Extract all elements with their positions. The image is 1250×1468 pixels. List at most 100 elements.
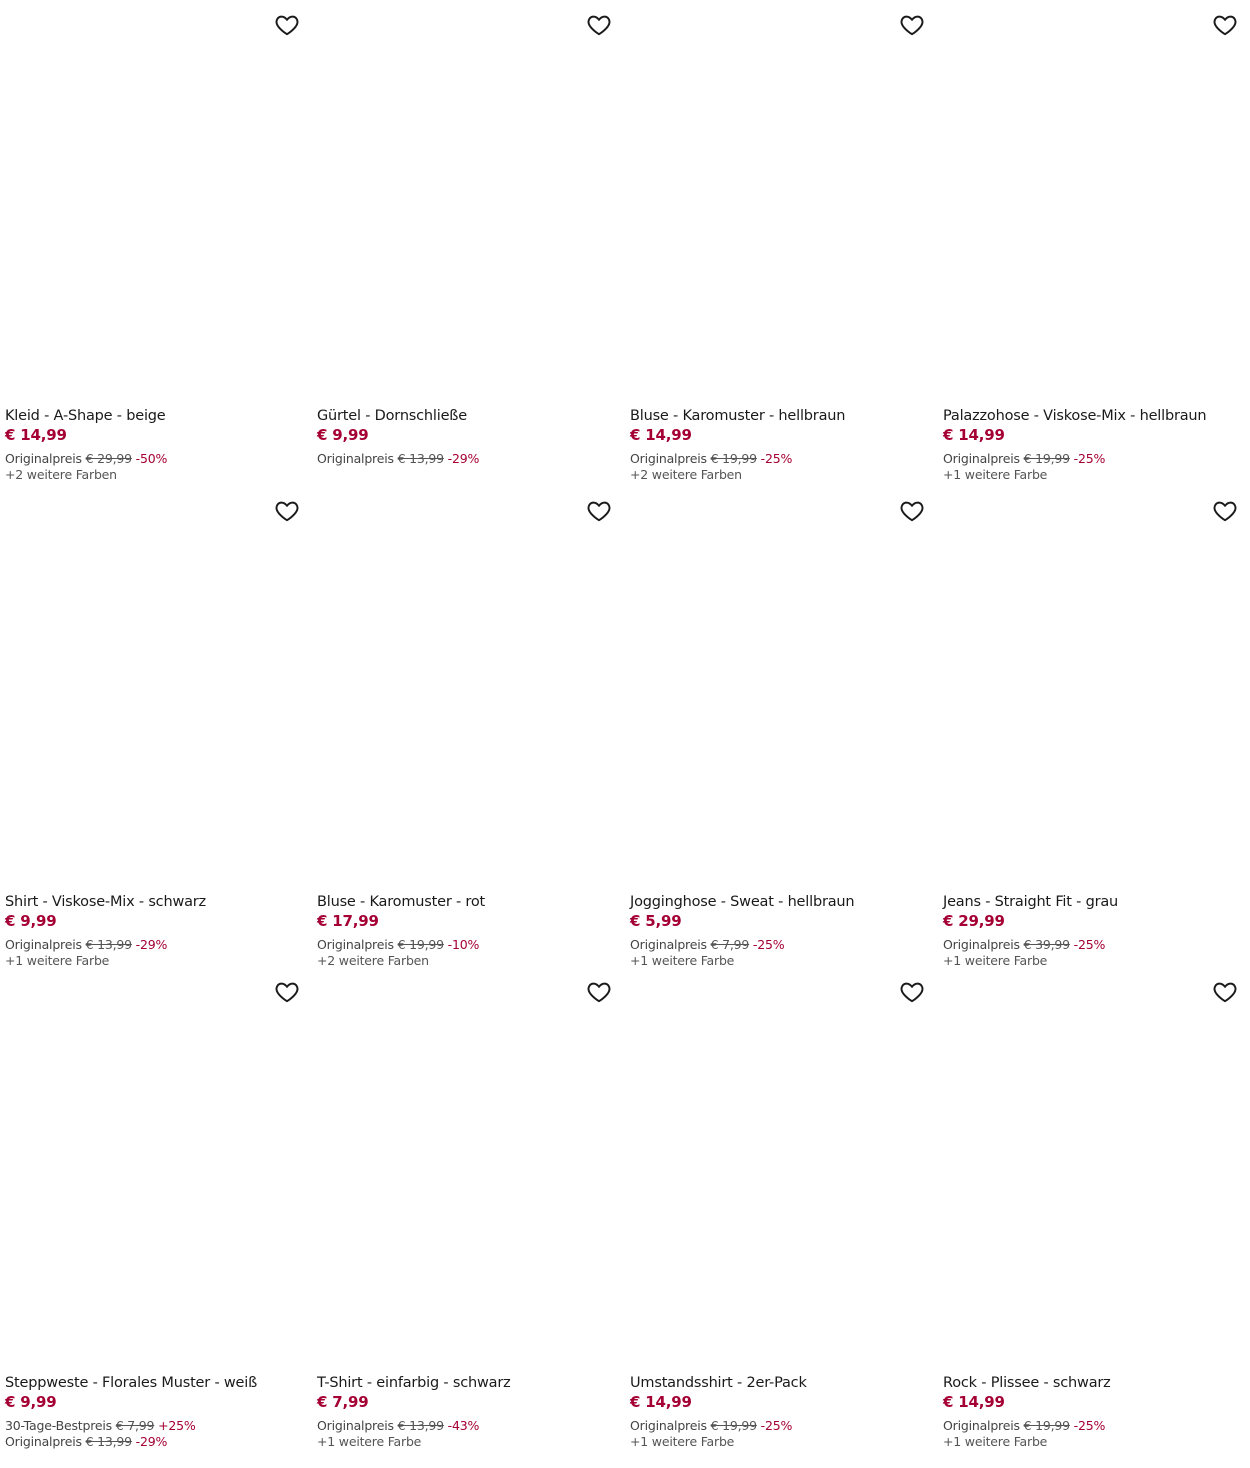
price-label: Originalpreis: [5, 1434, 82, 1449]
old-price: € 7,99: [710, 937, 750, 952]
more-colors-link[interactable]: +2 weitere Farben: [630, 467, 925, 483]
product-price: € 9,99: [317, 426, 369, 444]
heart-icon: [586, 979, 612, 1005]
discount-percent: -25%: [760, 451, 793, 466]
wishlist-button[interactable]: [1212, 12, 1238, 38]
price-label: Originalpreis: [5, 937, 82, 952]
product-title[interactable]: Palazzohose - Viskose-Mix - hellbraun: [943, 407, 1238, 426]
heart-icon: [586, 12, 612, 38]
product-title[interactable]: Jeans - Straight Fit - grau: [943, 893, 1238, 912]
wishlist-button[interactable]: [899, 979, 925, 1005]
discount-percent: -25%: [1073, 451, 1106, 466]
product-card[interactable]: Bluse - Karomuster - rot € 17,99 Originalp…: [312, 486, 612, 968]
product-card[interactable]: T-Shirt - einfarbig - schwarz € 7,99 Origi…: [312, 967, 612, 1450]
product-title[interactable]: Shirt - Viskose-Mix - schwarz: [5, 893, 300, 912]
old-price: € 19,99: [710, 1418, 758, 1433]
old-price: € 13,99: [397, 1418, 445, 1433]
product-title[interactable]: Umstandsshirt - 2er-Pack: [630, 1374, 925, 1393]
heart-icon: [274, 498, 300, 524]
old-price: € 29,99: [85, 451, 133, 466]
more-colors-link[interactable]: +1 weitere Farbe: [630, 1434, 925, 1450]
product-card[interactable]: Steppweste - Florales Muster - weiß € 9,9…: [0, 967, 300, 1450]
discount-percent: -29%: [135, 937, 168, 952]
wishlist-button[interactable]: [1212, 979, 1238, 1005]
product-image[interactable]: [625, 486, 925, 888]
heart-icon: [274, 12, 300, 38]
product-title[interactable]: Bluse - Karomuster - hellbraun: [630, 407, 925, 426]
product-title[interactable]: Bluse - Karomuster - rot: [317, 893, 612, 912]
price-label: Originalpreis: [630, 1418, 707, 1433]
product-title[interactable]: Steppweste - Florales Muster - weiß: [5, 1374, 300, 1393]
discount-percent: -29%: [447, 451, 480, 466]
product-image[interactable]: [625, 0, 925, 402]
product-price: € 14,99: [943, 1393, 1005, 1411]
product-title[interactable]: T-Shirt - einfarbig - schwarz: [317, 1374, 612, 1393]
more-colors-link[interactable]: +1 weitere Farbe: [943, 1434, 1238, 1450]
price-label: Originalpreis: [630, 937, 707, 952]
product-price: € 14,99: [630, 1393, 692, 1411]
price-comparison: Originalpreis € 19,99 -25%: [943, 1418, 1238, 1434]
product-card[interactable]: Bluse - Karomuster - hellbraun € 14,99 Ori…: [625, 0, 925, 483]
product-card[interactable]: Jogginghose - Sweat - hellbraun € 5,99 Ori…: [625, 486, 925, 968]
price-comparison: Originalpreis € 13,99 -29%: [5, 937, 300, 953]
heart-icon: [1212, 498, 1238, 524]
more-colors-link[interactable]: +1 weitere Farbe: [943, 467, 1238, 483]
product-image[interactable]: [938, 486, 1238, 888]
product-image[interactable]: [312, 967, 612, 1369]
price-label: Originalpreis: [943, 451, 1020, 466]
product-image[interactable]: [938, 0, 1238, 402]
heart-icon: [1212, 12, 1238, 38]
price-comparison: Originalpreis € 19,99 -25%: [943, 451, 1238, 467]
product-image[interactable]: [0, 967, 300, 1369]
price-label: Originalpreis: [5, 451, 82, 466]
more-colors-link[interactable]: +1 weitere Farbe: [317, 1434, 612, 1450]
price-label: Originalpreis: [943, 1418, 1020, 1433]
product-title[interactable]: Jogginghose - Sweat - hellbraun: [630, 893, 925, 912]
product-image[interactable]: [938, 967, 1238, 1369]
price-comparison: Originalpreis € 19,99 -10%: [317, 937, 612, 953]
product-image[interactable]: [312, 0, 612, 402]
more-colors-link[interactable]: +2 weitere Farben: [5, 467, 300, 483]
discount-percent: -25%: [1073, 937, 1106, 952]
old-price: € 19,99: [397, 937, 445, 952]
wishlist-button[interactable]: [899, 498, 925, 524]
product-title[interactable]: Kleid - A-Shape - beige: [5, 407, 300, 426]
product-card[interactable]: Shirt - Viskose-Mix - schwarz € 9,99 Origi…: [0, 486, 300, 968]
wishlist-button[interactable]: [1212, 498, 1238, 524]
discount-percent: -10%: [447, 937, 480, 952]
product-title[interactable]: Gürtel - Dornschließe: [317, 407, 612, 426]
product-price: € 9,99: [5, 1393, 57, 1411]
wishlist-button[interactable]: [274, 498, 300, 524]
product-card[interactable]: Jeans - Straight Fit - grau € 29,99 Origin…: [938, 486, 1238, 968]
product-price: € 9,99: [5, 912, 57, 930]
product-image[interactable]: [312, 486, 612, 888]
product-title[interactable]: Rock - Plissee - schwarz: [943, 1374, 1238, 1393]
product-price: € 14,99: [943, 426, 1005, 444]
product-price: € 17,99: [317, 912, 379, 930]
discount-percent: -29%: [135, 1434, 168, 1449]
product-card[interactable]: Gürtel - Dornschließe € 9,99 Originalpreis…: [312, 0, 612, 480]
wishlist-button[interactable]: [586, 12, 612, 38]
product-card[interactable]: Umstandsshirt - 2er-Pack € 14,99 Originalp…: [625, 967, 925, 1450]
wishlist-button[interactable]: [586, 979, 612, 1005]
product-image[interactable]: [0, 486, 300, 888]
price-comparison: Originalpreis € 7,99 -25%: [630, 937, 925, 953]
price-comparison: Originalpreis € 13,99 -29%: [5, 1434, 300, 1450]
discount-percent: -25%: [760, 1418, 793, 1433]
old-price: € 7,99: [115, 1418, 155, 1433]
product-card[interactable]: Rock - Plissee - schwarz € 14,99 Originalp…: [938, 967, 1238, 1450]
product-image[interactable]: [0, 0, 300, 402]
wishlist-button[interactable]: [899, 12, 925, 38]
product-card[interactable]: Kleid - A-Shape - beige € 14,99 Originalpr…: [0, 0, 300, 483]
price-comparison: 30-Tage-Bestpreis € 7,99 +25%: [5, 1418, 300, 1434]
heart-icon: [899, 498, 925, 524]
price-comparison: Originalpreis € 19,99 -25%: [630, 1418, 925, 1434]
old-price: € 13,99: [85, 937, 133, 952]
product-image[interactable]: [625, 967, 925, 1369]
wishlist-button[interactable]: [586, 498, 612, 524]
wishlist-button[interactable]: [274, 979, 300, 1005]
old-price: € 19,99: [710, 451, 758, 466]
product-card[interactable]: Palazzohose - Viskose-Mix - hellbraun € 1…: [938, 0, 1238, 483]
wishlist-button[interactable]: [274, 12, 300, 38]
price-label: Originalpreis: [317, 937, 394, 952]
